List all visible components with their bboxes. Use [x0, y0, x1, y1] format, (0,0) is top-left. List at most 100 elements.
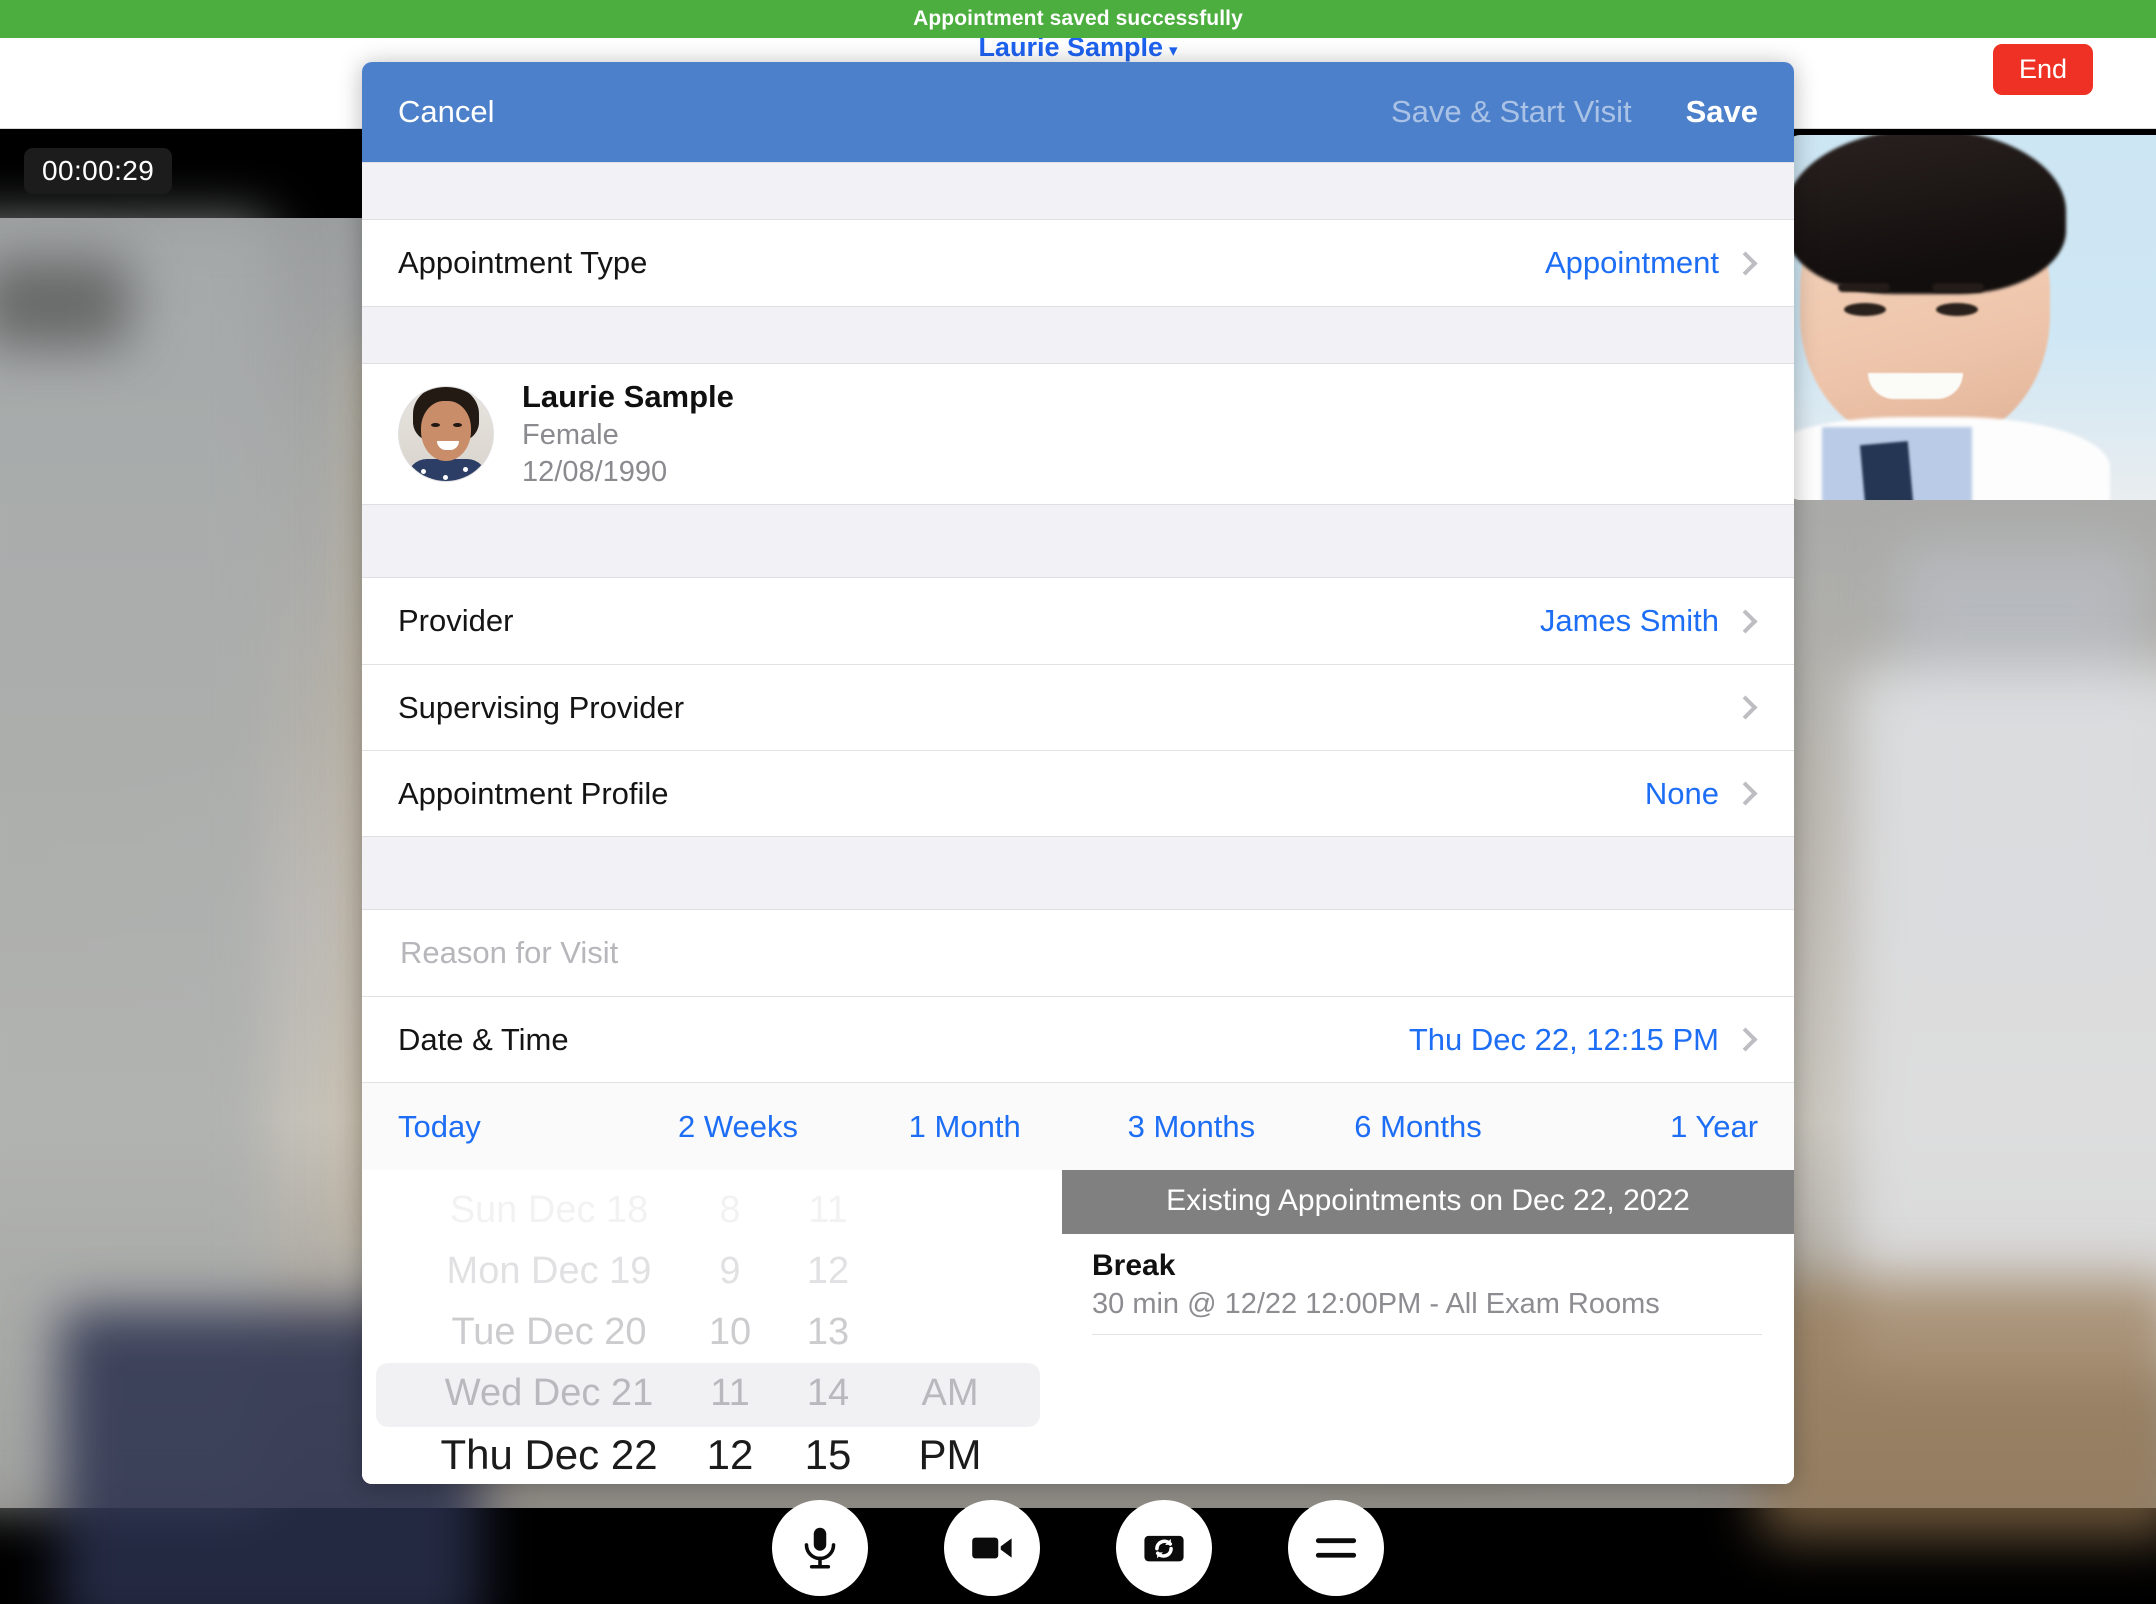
microphone-icon: [795, 1523, 845, 1573]
hamburger-menu-icon: [1311, 1523, 1361, 1573]
status-banner: Appointment saved successfully: [0, 0, 2156, 38]
date-time-value: Thu Dec 22, 12:15 PM: [1408, 1021, 1719, 1057]
provider-row[interactable]: Provider James Smith: [362, 578, 1794, 664]
avatar-shirt-dot: [443, 475, 448, 480]
self-view-hair: [1786, 135, 2066, 294]
appointment-profile-label: Appointment Profile: [398, 775, 669, 811]
date-wheel-option[interactable]: Mon Dec 19: [447, 1241, 656, 1302]
menu-button[interactable]: [1288, 1500, 1384, 1596]
self-view-eye: [1936, 303, 1978, 316]
appointment-title: Break: [1092, 1249, 1176, 1282]
end-call-button[interactable]: End: [1992, 44, 2093, 95]
minute-wheel-option[interactable]: 13: [807, 1302, 849, 1363]
hour-wheel-option-selected[interactable]: 12: [707, 1424, 754, 1484]
minute-wheel[interactable]: 11 12 13 14 15 16 17: [769, 1180, 887, 1484]
background-lamp: [0, 258, 130, 348]
section-divider: [362, 836, 1794, 910]
patient-name: Laurie Sample: [522, 379, 734, 415]
date-wheel-option-selected[interactable]: Thu Dec 22: [440, 1424, 661, 1484]
patient-date-of-birth: 12/08/1990: [522, 455, 668, 488]
avatar-eye: [453, 423, 462, 427]
date-time-picker[interactable]: Sun Dec 18 Mon Dec 19 Tue Dec 20 Wed Dec…: [362, 1170, 1062, 1484]
period-wheel[interactable]: AM PM: [887, 1180, 1013, 1484]
self-view-eye: [1844, 303, 1886, 316]
picker-area: Sun Dec 18 Mon Dec 19 Tue Dec 20 Wed Dec…: [362, 1170, 1794, 1484]
hour-wheel-option[interactable]: 8: [719, 1180, 740, 1241]
minute-wheel-option-selected[interactable]: 15: [805, 1424, 852, 1484]
background-table: [1760, 1278, 2156, 1538]
minute-wheel-option[interactable]: 12: [807, 1241, 849, 1302]
appointment-editor-modal: Cancel Save & Start Visit Save Appointme…: [362, 62, 1794, 1484]
quick-range-6-months[interactable]: 6 Months: [1305, 1109, 1532, 1145]
quick-range-2-weeks[interactable]: 2 Weeks: [625, 1109, 852, 1145]
save-and-start-visit-button[interactable]: Save & Start Visit: [1391, 94, 1632, 130]
avatar-face: [421, 401, 471, 461]
self-view-video[interactable]: [1786, 135, 2156, 500]
hour-wheel-option[interactable]: 11: [710, 1363, 749, 1424]
patient-details: Laurie Sample Female 12/08/1990: [522, 377, 734, 491]
camera-button[interactable]: [944, 1500, 1040, 1596]
quick-range-bar: Today 2 Weeks 1 Month 3 Months 6 Months …: [362, 1082, 1794, 1170]
chevron-right-icon: [1733, 695, 1758, 720]
quick-range-1-month[interactable]: 1 Month: [851, 1109, 1078, 1145]
hour-wheel[interactable]: 8 9 10 11 12 1 2: [691, 1180, 769, 1484]
date-wheel-option[interactable]: Tue Dec 20: [451, 1302, 650, 1363]
supervising-provider-label: Supervising Provider: [398, 689, 685, 725]
section-divider: [362, 162, 1794, 220]
self-view-eyebrow: [1932, 283, 1984, 292]
supervising-provider-row[interactable]: Supervising Provider: [362, 664, 1794, 750]
reason-for-visit-input[interactable]: [398, 934, 1758, 972]
patient-row[interactable]: Laurie Sample Female 12/08/1990: [362, 364, 1794, 504]
modal-toolbar: Cancel Save & Start Visit Save: [362, 62, 1794, 162]
chevron-down-icon[interactable]: ▾: [1169, 41, 1178, 60]
avatar-shirt-dot: [463, 467, 468, 472]
appointment-type-value: Appointment: [1544, 245, 1719, 280]
avatar-eye: [431, 423, 440, 427]
existing-appointments-list: Break 30 min @ 12/22 12:00PM - All Exam …: [1062, 1234, 1794, 1336]
existing-appointments-header: Existing Appointments on Dec 22, 2022: [1062, 1170, 1794, 1234]
microphone-button[interactable]: [772, 1500, 868, 1596]
save-button[interactable]: Save: [1686, 94, 1758, 130]
avatar-shirt-dot: [421, 469, 426, 474]
quick-range-today[interactable]: Today: [398, 1109, 625, 1145]
date-time-row[interactable]: Date & Time Thu Dec 22, 12:15 PM: [362, 996, 1794, 1082]
date-wheel-option[interactable]: Sun Dec 18: [450, 1180, 653, 1241]
flip-camera-icon: [1139, 1523, 1189, 1573]
self-view-tie: [1859, 441, 1917, 500]
date-time-label: Date & Time: [398, 1021, 569, 1057]
chevron-right-icon: [1733, 250, 1758, 276]
minute-wheel-option[interactable]: 14: [807, 1363, 849, 1424]
provider-value: James Smith: [1539, 603, 1719, 638]
provider-label: Provider: [398, 603, 514, 638]
chevron-right-icon: [1733, 608, 1758, 634]
date-wheel-option[interactable]: Wed Dec 21: [445, 1363, 657, 1424]
list-item[interactable]: Break 30 min @ 12/22 12:00PM - All Exam …: [1092, 1234, 1762, 1336]
background-lab-coat: [1850, 668, 2156, 1368]
flip-camera-button[interactable]: [1116, 1500, 1212, 1596]
period-wheel-option[interactable]: AM: [922, 1363, 979, 1424]
chevron-right-icon: [1733, 781, 1758, 806]
existing-appointments-panel: Existing Appointments on Dec 22, 2022 Br…: [1062, 1170, 1794, 1484]
date-wheel[interactable]: Sun Dec 18 Mon Dec 19 Tue Dec 20 Wed Dec…: [411, 1180, 691, 1484]
patient-avatar: [398, 386, 494, 482]
section-divider: [362, 504, 1794, 578]
appointment-profile-row[interactable]: Appointment Profile None: [362, 750, 1794, 836]
chevron-right-icon: [1733, 1027, 1758, 1052]
appointment-type-label: Appointment Type: [398, 245, 648, 280]
quick-range-1-year[interactable]: 1 Year: [1531, 1109, 1758, 1145]
minute-wheel-option[interactable]: 11: [808, 1180, 847, 1241]
patient-gender: Female: [522, 418, 619, 451]
reason-for-visit-row[interactable]: [362, 910, 1794, 996]
period-wheel-option-selected[interactable]: PM: [919, 1424, 982, 1484]
call-duration-timer: 00:00:29: [24, 148, 173, 194]
appointment-type-row[interactable]: Appointment Type Appointment: [362, 220, 1794, 306]
appointment-detail: 30 min @ 12/22 12:00PM - All Exam Rooms: [1092, 1288, 1660, 1320]
hour-wheel-option[interactable]: 9: [719, 1241, 740, 1302]
self-view-eyebrow: [1838, 283, 1890, 292]
video-camera-icon: [967, 1523, 1017, 1573]
section-divider: [362, 306, 1794, 364]
self-view-smile: [1868, 373, 1963, 399]
hour-wheel-option[interactable]: 10: [709, 1302, 751, 1363]
cancel-button[interactable]: Cancel: [398, 94, 495, 130]
quick-range-3-months[interactable]: 3 Months: [1078, 1109, 1305, 1145]
